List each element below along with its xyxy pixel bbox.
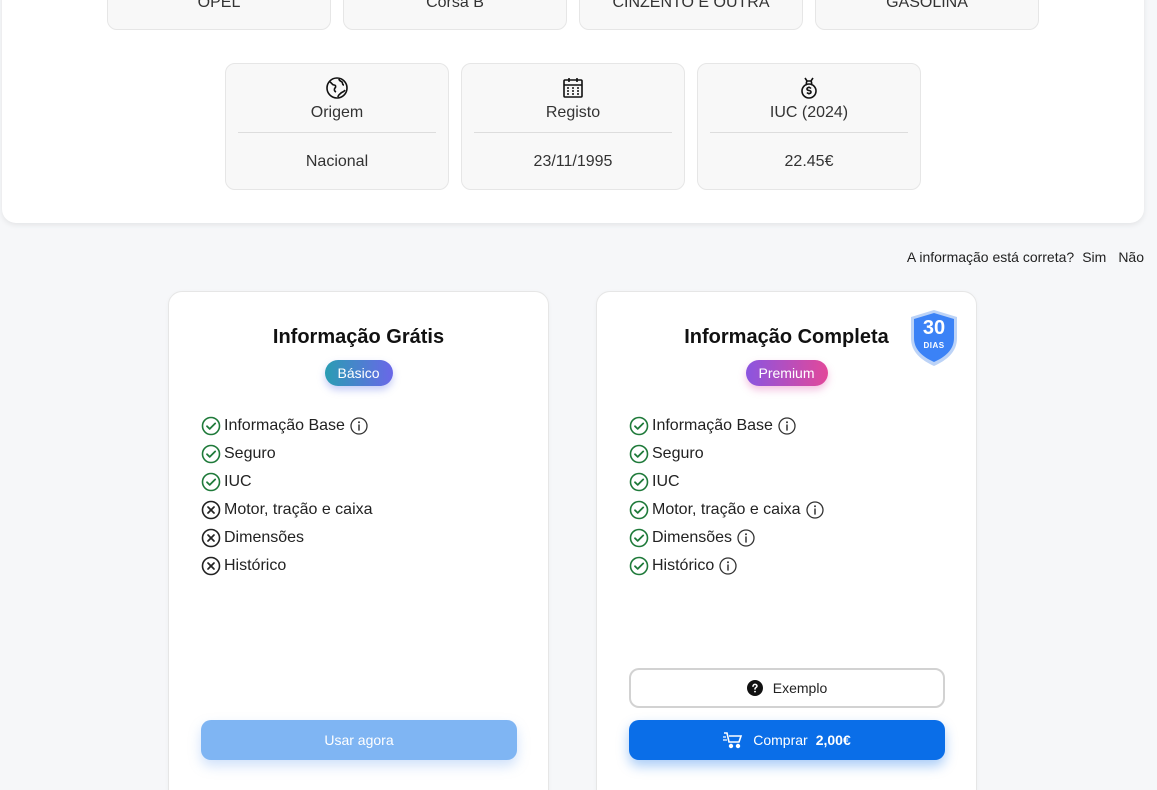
feature-item: Histórico: [201, 552, 373, 580]
buy-button[interactable]: Comprar 2,00€: [629, 720, 945, 760]
globe-icon: [226, 76, 448, 100]
check-circle-icon: [629, 416, 649, 436]
feature-label: IUC: [224, 473, 252, 490]
feedback-question: A informação está correta?: [906, 249, 1075, 265]
check-circle-icon: [201, 416, 221, 436]
feature-item: Dimensões: [629, 524, 824, 552]
registration-value: 23/11/1995: [533, 153, 613, 170]
feature-item: Dimensões: [201, 524, 373, 552]
guarantee-number: 30: [922, 317, 946, 339]
origin-tile: Origem Nacional: [225, 63, 449, 190]
brand-tile: OPEL: [107, 0, 331, 30]
feedback-prompt: A informação está correta? Sim Não: [907, 249, 1144, 265]
question-circle-icon: [746, 680, 763, 696]
iuc-tile: IUC (2024) 22.45€: [697, 63, 921, 190]
feature-label: Dimensões: [224, 529, 305, 546]
example-button[interactable]: Exemplo: [629, 668, 945, 708]
feature-label: Histórico: [652, 557, 715, 574]
feedback-yes-link[interactable]: Sim: [1082, 249, 1106, 265]
info-icon[interactable]: [778, 417, 796, 435]
origin-label: Origem: [310, 104, 364, 121]
info-icon[interactable]: [719, 557, 737, 575]
registration-label: Registo: [545, 104, 601, 121]
fuel-tile: GASOLINA: [815, 0, 1039, 30]
money-bag-icon: [698, 76, 920, 100]
feedback-no-link[interactable]: Não: [1118, 249, 1144, 265]
premium-badge: Premium: [745, 360, 828, 386]
feature-item: IUC: [629, 468, 824, 496]
feature-label: Seguro: [652, 445, 704, 462]
iuc-value: 22.45€: [784, 153, 834, 170]
feature-item: Motor, tração e caixa: [629, 496, 824, 524]
feature-label: Seguro: [224, 445, 276, 462]
color-tile: CINZENTO E OUTRA: [579, 0, 803, 30]
fuel-value: GASOLINA: [886, 0, 968, 11]
check-circle-icon: [201, 472, 221, 492]
buy-label: Comprar: [753, 732, 808, 748]
use-now-button[interactable]: Usar agora: [201, 720, 517, 760]
divider: [238, 132, 436, 133]
feature-item: Seguro: [201, 440, 373, 468]
feature-label: Motor, tração e caixa: [652, 501, 801, 518]
model-value: Corsa B: [426, 0, 484, 11]
free-feature-list: Informação Base Seguro IUC Motor, tração e …: [201, 412, 373, 580]
iuc-label: IUC (2024): [769, 104, 849, 121]
check-circle-icon: [201, 444, 221, 464]
feature-item: Informação Base: [201, 412, 373, 440]
info-icon[interactable]: [350, 417, 368, 435]
check-circle-icon: [629, 500, 649, 520]
shopping-cart-icon: [723, 731, 743, 749]
feature-item: Seguro: [629, 440, 824, 468]
color-value: CINZENTO E OUTRA: [612, 0, 770, 11]
registration-tile: Registo 23/11/1995: [461, 63, 685, 190]
feature-item: Motor, tração e caixa: [201, 496, 373, 524]
feature-item: Informação Base: [629, 412, 824, 440]
brand-value: OPEL: [197, 0, 241, 11]
origin-value: Nacional: [305, 153, 369, 170]
free-plan-title: Informação Grátis: [272, 326, 445, 348]
divider: [474, 132, 672, 133]
check-circle-icon: [629, 472, 649, 492]
feature-item: Histórico: [629, 552, 824, 580]
guarantee-unit: DIAS: [923, 341, 945, 350]
guarantee-shield: 30 DIAS: [908, 308, 960, 368]
check-circle-icon: [629, 444, 649, 464]
free-plan-card: Informação Grátis Básico Informação Base…: [168, 291, 549, 790]
feature-item: IUC: [201, 468, 373, 496]
x-circle-icon: [201, 556, 221, 576]
check-circle-icon: [629, 556, 649, 576]
check-circle-icon: [629, 528, 649, 548]
info-icon[interactable]: [805, 501, 824, 519]
calendar-icon: [462, 76, 684, 100]
premium-plan-card: Informação Completa 30 DIAS Premium Info…: [596, 291, 977, 790]
feature-label: Informação Base: [652, 417, 773, 434]
x-circle-icon: [201, 528, 221, 548]
feature-label: Informação Base: [224, 417, 345, 434]
model-tile: Corsa B: [343, 0, 567, 30]
basic-badge: Básico: [324, 360, 393, 386]
feature-label: IUC: [652, 473, 680, 490]
premium-feature-list: Informação Base Seguro IUC Motor, tração e …: [629, 412, 824, 580]
info-icon[interactable]: [737, 529, 755, 547]
divider: [710, 132, 908, 133]
vehicle-summary-panel: OPEL Corsa B CINZENTO E OUTRA GASOLINA O…: [2, 0, 1144, 223]
feature-label: Dimensões: [652, 529, 733, 546]
example-label: Exemplo: [772, 680, 828, 696]
feature-label: Motor, tração e caixa: [224, 501, 373, 518]
price: 2,00€: [815, 732, 851, 748]
feature-label: Histórico: [224, 557, 287, 574]
x-circle-icon: [201, 500, 221, 520]
